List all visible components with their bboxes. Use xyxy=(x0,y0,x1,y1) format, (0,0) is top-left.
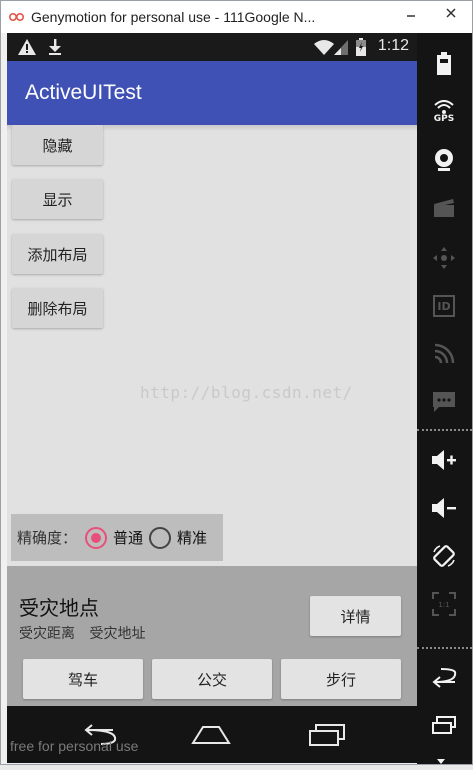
status-bar: 1:12 xyxy=(7,33,417,61)
place-name: 受灾地点 xyxy=(19,596,99,620)
sidebar-recents-icon[interactable] xyxy=(427,709,461,743)
screencast-icon[interactable] xyxy=(427,191,461,225)
wifi-icon xyxy=(313,39,335,60)
device-id-icon[interactable]: ID xyxy=(427,289,461,323)
add-layout-button[interactable]: 添加布局 xyxy=(12,234,103,274)
sidebar-separator-2 xyxy=(417,647,472,649)
battery-icon xyxy=(355,38,367,60)
radio-precise-label: 精准 xyxy=(177,529,208,547)
place-distance: 受灾距离 xyxy=(19,626,75,642)
blog-watermark: http://blog.csdn.net/ xyxy=(140,383,353,402)
sms-icon[interactable] xyxy=(427,385,461,419)
bus-button[interactable]: 公交 xyxy=(152,659,272,699)
delete-layout-button[interactable]: 删除布局 xyxy=(12,288,103,328)
dpad-icon[interactable] xyxy=(427,241,461,275)
svg-text:1:1: 1:1 xyxy=(438,601,449,609)
volume-down-icon[interactable] xyxy=(427,491,461,525)
genymotion-sidebar: GPS ID 1:1 xyxy=(417,33,472,764)
accuracy-selector: 精确度： 普通 精准 xyxy=(11,514,223,561)
pixel-perfect-icon[interactable]: 1:1 xyxy=(427,587,461,621)
sidebar-scroll-down-icon[interactable] xyxy=(436,751,446,770)
id-label: ID xyxy=(437,299,451,313)
window-title: Genymotion for personal use - 111Google … xyxy=(31,9,316,25)
gps-widget-icon[interactable]: GPS xyxy=(427,95,461,129)
sidebar-back-icon[interactable] xyxy=(427,661,461,695)
minimize-icon[interactable] xyxy=(401,3,421,23)
signal-icon xyxy=(333,39,349,60)
personal-use-overlay: free for personal use xyxy=(10,738,139,754)
radio-normal[interactable]: 普通 xyxy=(85,526,144,549)
detail-button[interactable]: 详情 xyxy=(310,596,401,636)
close-icon[interactable] xyxy=(441,3,461,23)
app-title: ActiveUITest xyxy=(25,81,142,104)
status-time: 1:12 xyxy=(377,37,409,54)
place-panel: 受灾地点 受灾距离 受灾地址 详情 驾车 公交 步行 xyxy=(7,566,417,706)
window-titlebar: Genymotion for personal use - 111Google … xyxy=(1,1,472,33)
webcam-widget-icon[interactable] xyxy=(427,143,461,177)
gps-label: GPS xyxy=(433,114,455,124)
walk-button[interactable]: 步行 xyxy=(281,659,401,699)
app-bar: ActiveUITest xyxy=(7,61,417,125)
cast-icon[interactable] xyxy=(427,337,461,371)
download-icon xyxy=(47,38,63,60)
show-button[interactable]: 显示 xyxy=(12,179,103,219)
home-icon[interactable] xyxy=(189,720,233,750)
volume-up-icon[interactable] xyxy=(427,443,461,477)
radio-unchecked-icon[interactable] xyxy=(149,526,172,549)
place-address: 受灾地址 xyxy=(89,626,146,642)
recents-icon[interactable] xyxy=(305,720,349,750)
sidebar-separator xyxy=(417,429,472,431)
main-content: 隐藏 显示 添加布局 删除布局 http://blog.csdn.net/ xyxy=(7,125,417,565)
emulator-window: Genymotion for personal use - 111Google … xyxy=(0,0,473,765)
accuracy-label: 精确度： xyxy=(17,529,78,547)
place-info: 受灾距离 受灾地址 xyxy=(19,623,155,643)
radio-precise[interactable]: 精准 xyxy=(149,526,208,549)
phone-screen: 1:12 ActiveUITest 隐藏 显示 添加布局 删除布局 http:/… xyxy=(7,33,417,763)
radio-normal-label: 普通 xyxy=(113,529,144,547)
rotate-icon[interactable] xyxy=(427,539,461,573)
genymotion-logo-icon xyxy=(9,9,25,25)
android-nav-bar: free for personal use xyxy=(7,706,417,763)
hide-button[interactable]: 隐藏 xyxy=(12,125,103,165)
radio-checked-icon[interactable] xyxy=(85,526,108,549)
battery-widget-icon[interactable] xyxy=(427,47,461,81)
warning-icon xyxy=(17,38,37,60)
drive-button[interactable]: 驾车 xyxy=(23,659,143,699)
